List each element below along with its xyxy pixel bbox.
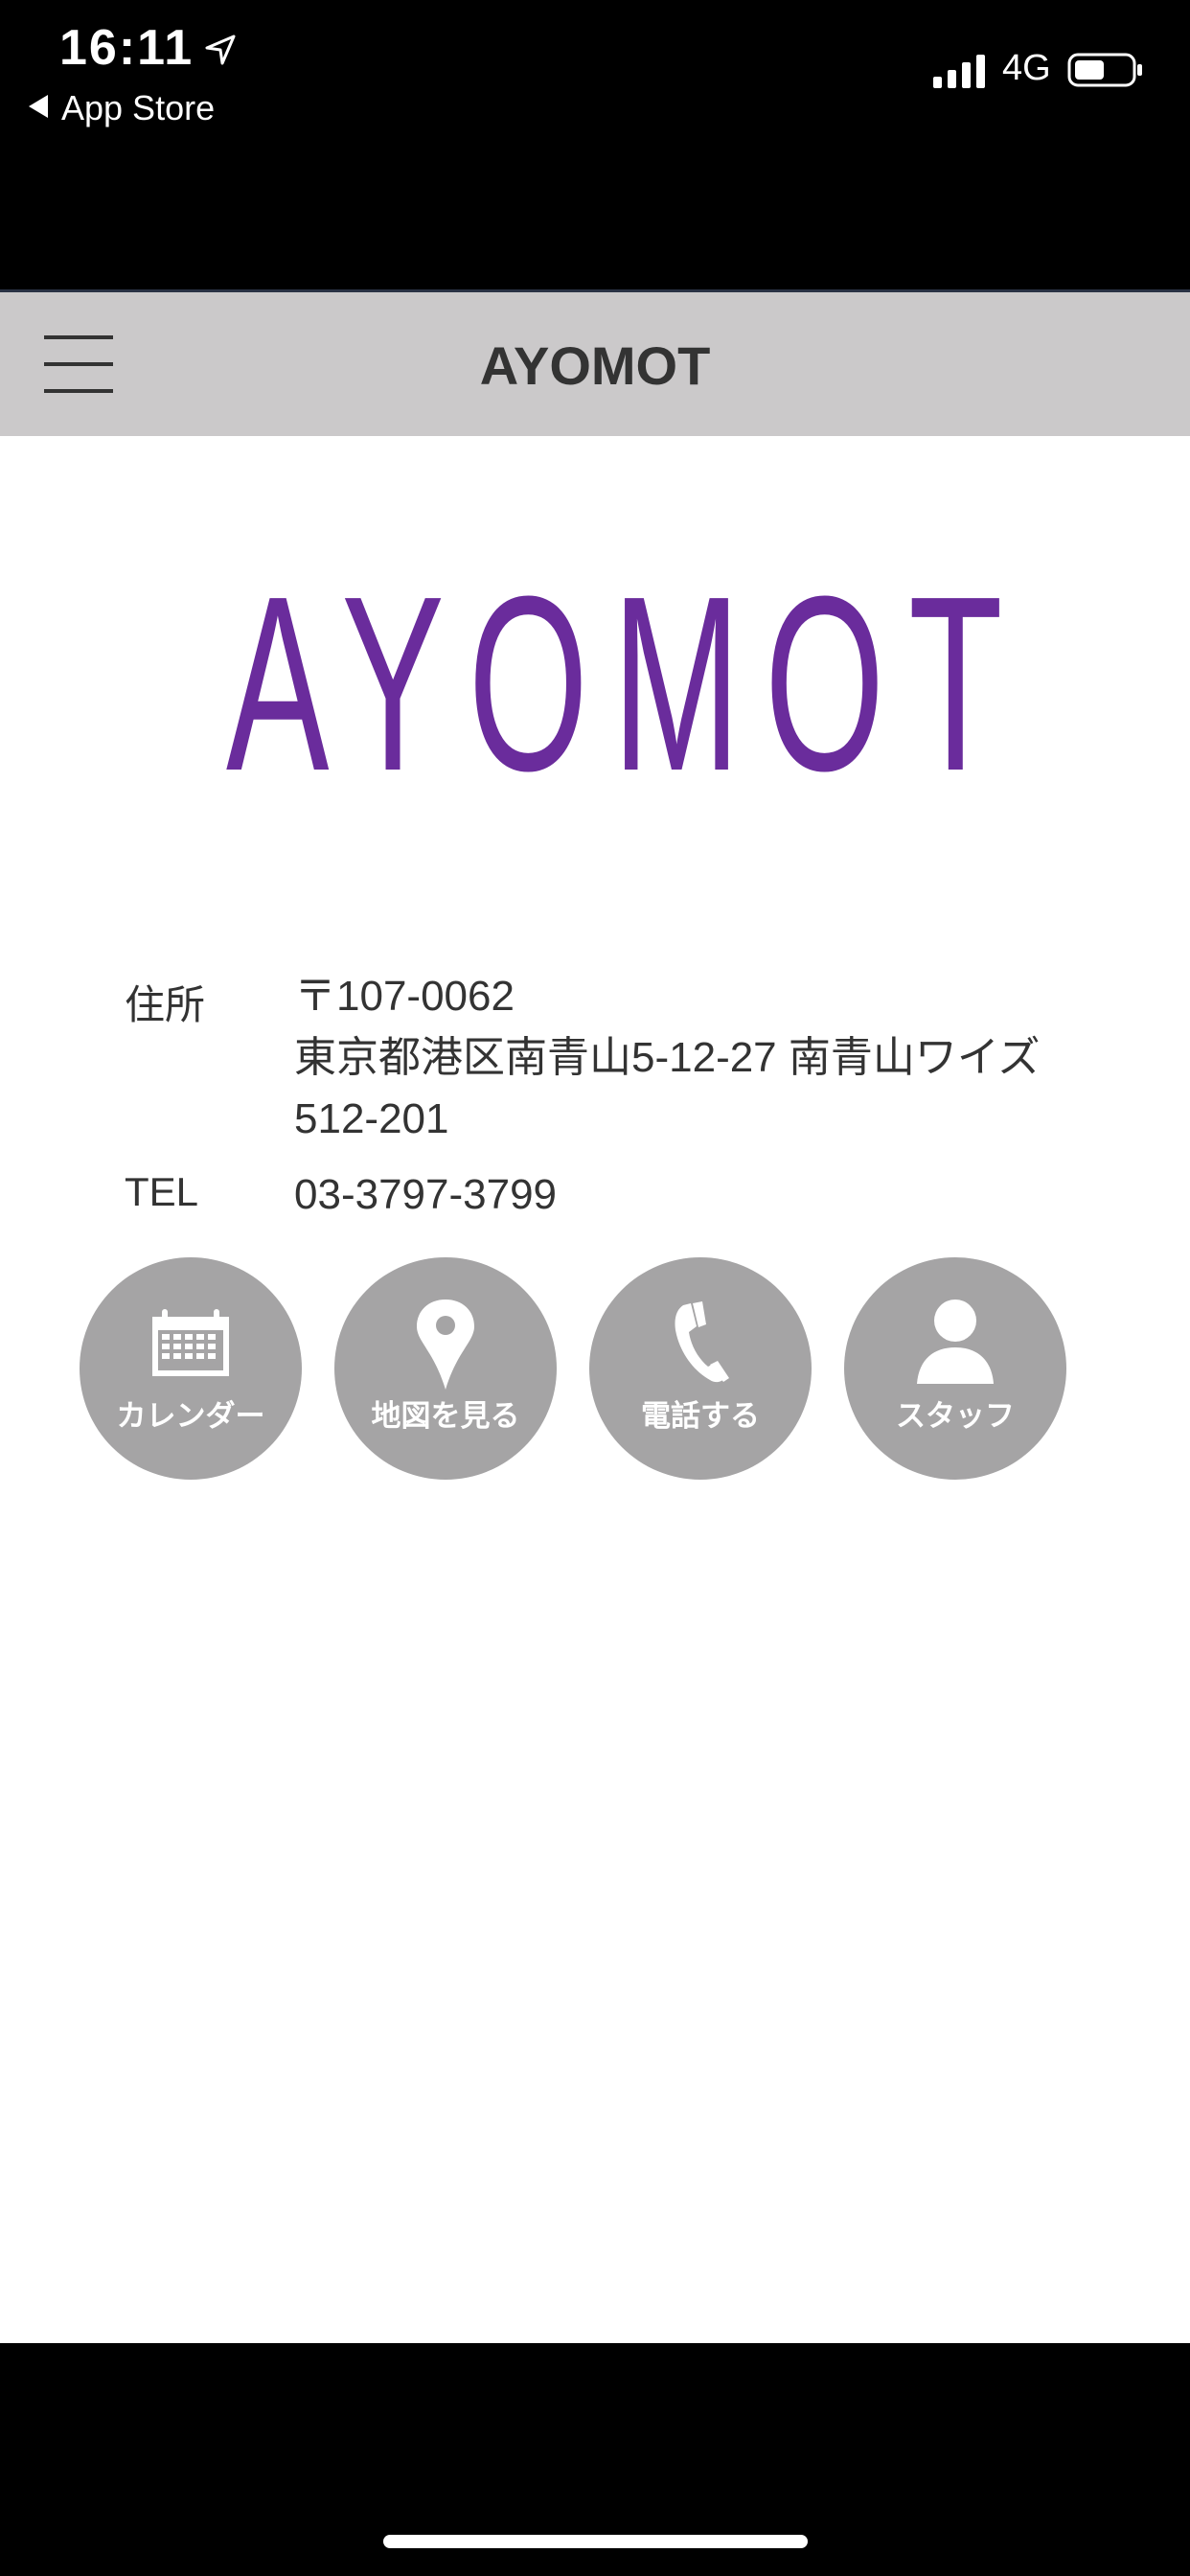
signal-icon [933,55,985,88]
map-label: 地図を見る [371,1399,520,1433]
address-label: 住所 [125,982,206,1027]
staff-button[interactable]: スタッフ [844,1257,1066,1480]
tel-number[interactable]: 03-3797-3799 [294,1164,557,1226]
map-button[interactable]: 地図を見る [334,1257,557,1480]
status-bar: 16:11 App Store 4G [0,0,1190,292]
map-pin-icon [417,1300,474,1390]
postal-code: 〒107-0062 [294,973,515,1020]
back-app-label: App Store [61,88,216,127]
app-header: AYOMOT [0,292,1190,436]
page-title: AYOMOT [479,335,711,396]
calendar-button[interactable]: カレンダー [80,1257,302,1480]
battery-icon [1067,53,1142,87]
action-buttons: カレンダー 地図を見る 電話する スタッフ [80,1257,1114,1480]
call-button[interactable]: 電話する [589,1257,812,1480]
calendar-label: カレンダー [116,1399,265,1433]
home-indicator[interactable] [383,2535,808,2548]
location-arrow-icon [205,34,236,65]
network-type: 4G [1002,48,1051,88]
person-icon [917,1300,994,1384]
status-time: 16:11 [59,20,195,76]
phone-icon [675,1301,729,1383]
shop-info-page: AYOMOT 住所 〒107-0062 東京都港区南青山5-12-27 南青山ワ… [0,436,1190,2343]
tel-label: TEL [125,1169,199,1214]
address-line-1: 東京都港区南青山5-12-27 南青山ワイズ [294,1034,1041,1081]
calendar-icon [152,1309,229,1376]
back-triangle-icon [29,95,48,118]
brand-logo: AYOMOT [225,545,1027,823]
staff-label: スタッフ [896,1399,1015,1433]
call-label: 電話する [641,1399,760,1433]
back-to-app-link[interactable]: App Store [29,88,215,128]
address-line-2: 512-201 [294,1095,449,1142]
